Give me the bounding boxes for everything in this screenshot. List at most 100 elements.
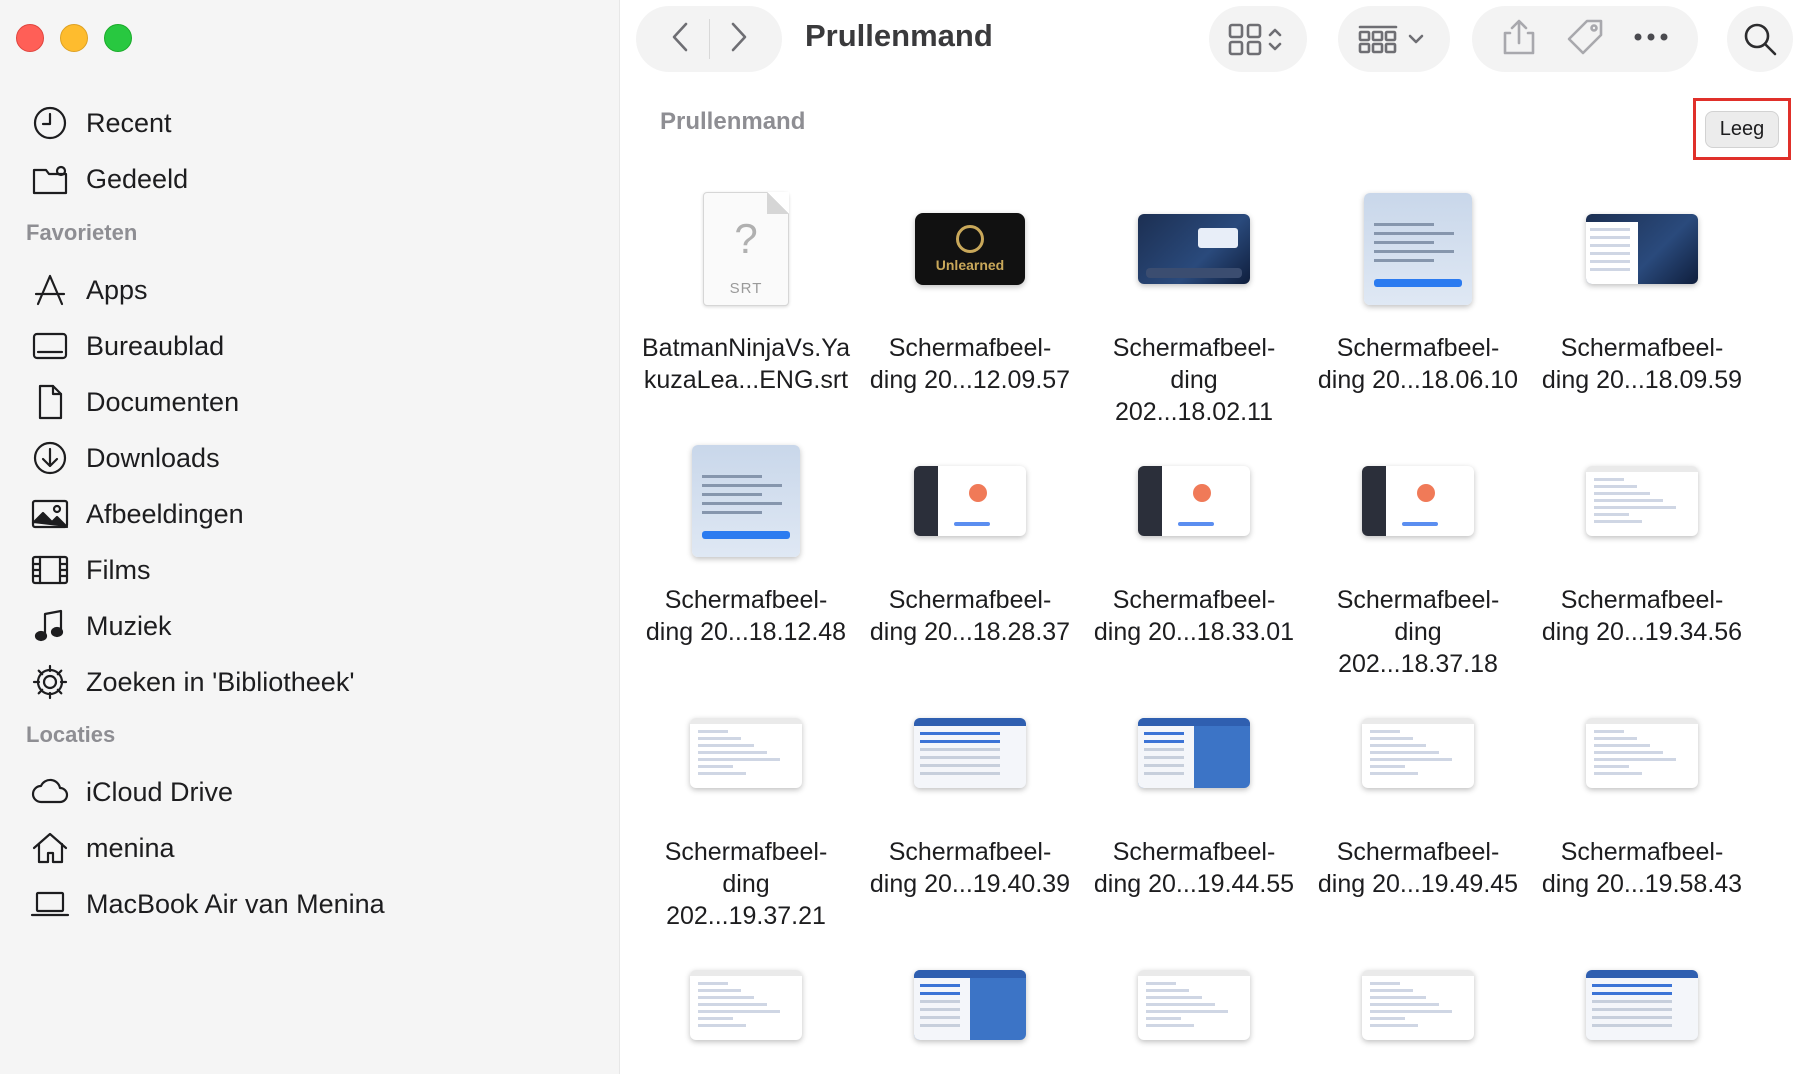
file-thumbnail: [1088, 684, 1300, 822]
gear-icon: [28, 660, 72, 704]
file-thumbnail: [1536, 936, 1748, 1074]
ellipsis-icon: [1634, 33, 1668, 40]
file-thumbnail: [1088, 432, 1300, 570]
file-thumbnail: [1312, 180, 1524, 318]
sidebar-item-apps[interactable]: Apps: [28, 262, 148, 318]
thumbnail-image: [1586, 466, 1698, 536]
thumbnail-image: [1586, 214, 1698, 284]
empty-trash-highlight: Leeg: [1693, 98, 1791, 160]
thumbnail-image: [1586, 970, 1698, 1040]
sidebar-item-shared[interactable]: Gedeeld: [28, 151, 188, 207]
back-button[interactable]: [651, 20, 709, 59]
sidebar-item-label: Bureaublad: [86, 330, 225, 361]
file-thumbnail: [1536, 684, 1748, 822]
sidebar-item-movies[interactable]: Films: [28, 542, 150, 598]
section-title: Prullenmand: [660, 108, 806, 135]
file-thumbnail: ? SRT: [640, 180, 852, 318]
thumbnail-image: [1364, 193, 1472, 305]
sidebar-item-label: Recent: [86, 107, 172, 138]
close-window-button[interactable]: [16, 24, 44, 52]
file-item[interactable]: Unlearned Schermafbeel- ding 20...12.09.5…: [864, 180, 1076, 396]
file-name: Schermafbeel- ding 202...19.37.21: [664, 838, 828, 930]
file-item[interactable]: Schermafbeel- ding 20...18.06.10: [1312, 180, 1524, 396]
thumbnail-image: [690, 970, 802, 1040]
sidebar-item-label: Films: [86, 554, 151, 585]
file-thumbnail: [864, 936, 1076, 1074]
file-item[interactable]: Schermafbeel- ding 20...19.58.43: [1536, 684, 1748, 900]
thumbnail-image: [914, 970, 1026, 1040]
document-icon: [28, 380, 72, 424]
chevron-left-icon: [672, 22, 687, 51]
file-thumbnail: Unlearned: [864, 180, 1076, 318]
file-item[interactable]: Schermafbeel- ding 202...18.37.18: [1312, 432, 1524, 680]
thumbnail-image: [1138, 970, 1250, 1040]
share-button[interactable]: [1501, 17, 1537, 62]
file-item[interactable]: [1088, 936, 1300, 1074]
thumbnail-image: [1362, 970, 1474, 1040]
sidebar-item-label: Zoeken in 'Bibliotheek': [86, 666, 355, 697]
file-name: Schermafbeel- ding 20...19.49.45: [1317, 838, 1519, 898]
file-item[interactable]: [1536, 936, 1748, 1074]
more-button[interactable]: [1633, 17, 1669, 62]
sidebar-item-icloud[interactable]: iCloud Drive: [28, 764, 233, 820]
group-by-button[interactable]: [1338, 6, 1450, 72]
empty-trash-button[interactable]: Leeg: [1704, 110, 1780, 148]
grid-view-icon: [1228, 23, 1282, 56]
file-item[interactable]: Schermafbeel- ding 20...19.44.55: [1088, 684, 1300, 900]
file-name: Schermafbeel- ding 20...19.44.55: [1093, 838, 1295, 898]
file-item[interactable]: [864, 936, 1076, 1074]
file-name: Schermafbeel- ding 20...18.28.37: [869, 586, 1071, 646]
file-extension-label: SRT: [729, 280, 763, 297]
cloud-icon: [28, 770, 72, 814]
sidebar-item-music[interactable]: Muziek: [28, 598, 172, 654]
navigation-pill: [636, 6, 782, 72]
view-mode-button[interactable]: [1209, 6, 1307, 72]
tag-button[interactable]: [1565, 17, 1605, 62]
thumbnail-image: [914, 718, 1026, 788]
sidebar-item-recent[interactable]: Recent: [28, 95, 172, 151]
sidebar-item-label: iCloud Drive: [86, 776, 234, 807]
zoom-window-button[interactable]: [104, 24, 132, 52]
file-item[interactable]: [640, 936, 852, 1074]
sidebar-item-desktop[interactable]: Bureaublad: [28, 318, 224, 374]
file-name: Schermafbeel- ding 202...18.02.11: [1112, 334, 1276, 426]
file-item[interactable]: Schermafbeel- ding 20...19.34.56: [1536, 432, 1748, 648]
sidebar-item-label: Muziek: [86, 610, 172, 641]
file-item[interactable]: Schermafbeel- ding 20...18.28.37: [864, 432, 1076, 648]
file-thumbnail: [864, 684, 1076, 822]
file-name: Schermafbeel- ding 20...12.09.57: [869, 334, 1071, 394]
file-item[interactable]: Schermafbeel- ding 202...19.37.21: [640, 684, 852, 932]
file-thumbnail: [640, 432, 852, 570]
file-item[interactable]: [1312, 936, 1524, 1074]
file-thumbnail: [1088, 936, 1300, 1074]
clock-icon: [28, 101, 72, 145]
file-item[interactable]: ? SRT BatmanNinjaVs.Ya kuzaLea...ENG.srt: [640, 180, 852, 396]
apps-icon: [28, 268, 72, 312]
search-button[interactable]: [1727, 6, 1793, 72]
sidebar-item-label: Documenten: [86, 386, 240, 417]
sidebar-item-home[interactable]: menina: [28, 820, 175, 876]
file-name: Schermafbeel- ding 20...19.58.43: [1541, 838, 1743, 898]
home-icon: [28, 826, 72, 870]
thumbnail-image: [1138, 466, 1250, 536]
file-item[interactable]: Schermafbeel- ding 202...18.02.11: [1088, 180, 1300, 428]
sidebar-item-search-library[interactable]: Zoeken in 'Bibliotheek': [28, 654, 354, 710]
sidebar: Recent Gedeeld Favorieten Apps Bureaubla…: [0, 0, 620, 1074]
file-item[interactable]: Schermafbeel- ding 20...19.40.39: [864, 684, 1076, 900]
download-icon: [28, 436, 72, 480]
actions-pill: [1472, 6, 1698, 72]
file-item[interactable]: Schermafbeel- ding 20...18.12.48: [640, 432, 852, 648]
sidebar-item-documents[interactable]: Documenten: [28, 374, 239, 430]
forward-button[interactable]: [710, 20, 768, 59]
file-item[interactable]: Schermafbeel- ding 20...19.49.45: [1312, 684, 1524, 900]
thumbnail-image: ? SRT: [703, 192, 789, 306]
file-item[interactable]: Schermafbeel- ding 20...18.33.01: [1088, 432, 1300, 648]
sidebar-item-pictures[interactable]: Afbeeldingen: [28, 486, 244, 542]
file-item[interactable]: Schermafbeel- ding 20...18.09.59: [1536, 180, 1748, 396]
sidebar-item-downloads[interactable]: Downloads: [28, 430, 220, 486]
thumbnail-image: [1138, 214, 1250, 284]
sidebar-item-macbook[interactable]: MacBook Air van Menina: [28, 876, 385, 932]
music-icon: [28, 604, 72, 648]
minimize-window-button[interactable]: [60, 24, 88, 52]
file-thumbnail: [1536, 432, 1748, 570]
